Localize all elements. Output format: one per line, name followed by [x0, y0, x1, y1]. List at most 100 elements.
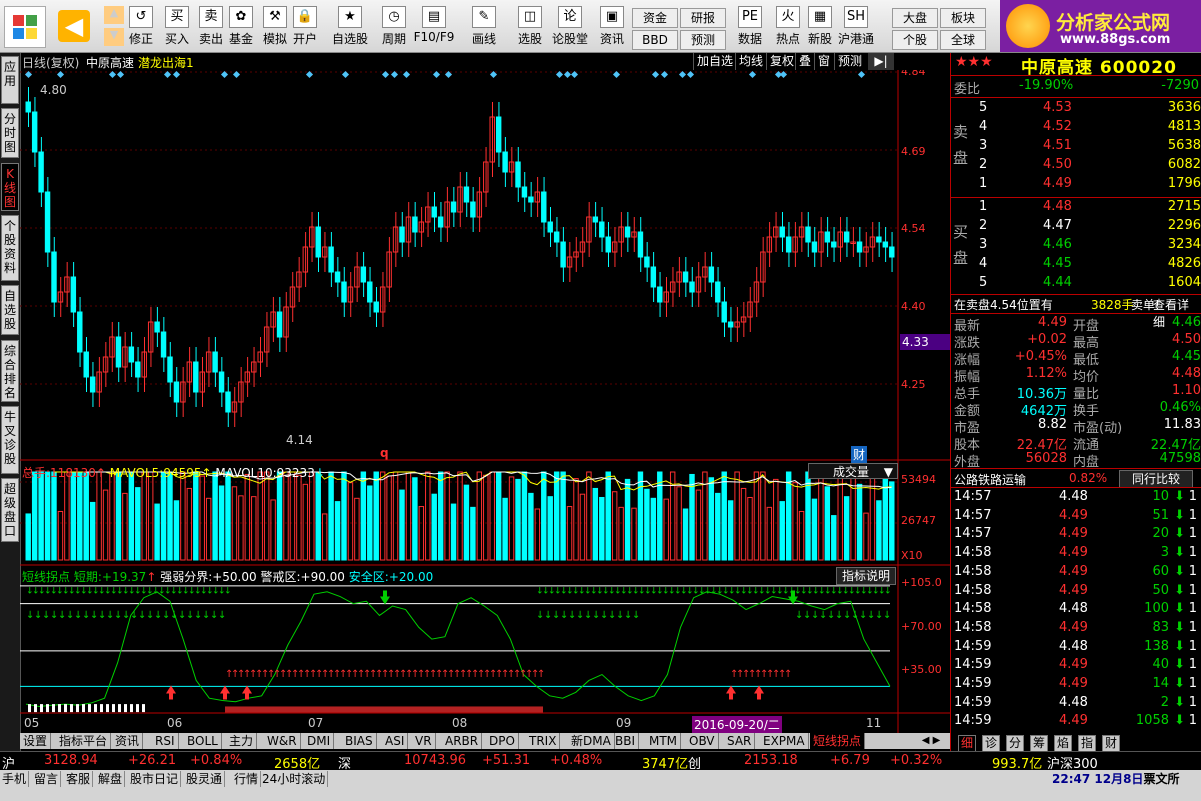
q-marker[interactable]: q	[380, 446, 389, 460]
indicator-tab-6[interactable]: W&R	[264, 733, 301, 749]
indicator-tab-8[interactable]: BIAS	[342, 733, 377, 749]
volume-select[interactable]: 成交量 ▼	[808, 463, 898, 479]
sidebar-tab-0[interactable]: 应 用	[1, 56, 19, 104]
collapse-icon[interactable]: ▶|	[868, 53, 894, 70]
toolbar-button-12[interactable]: ▣ 资讯	[590, 4, 634, 50]
toolbar-button-2[interactable]: 卖卖出	[194, 4, 228, 50]
header-button-2[interactable]: 复权	[766, 53, 797, 70]
indicator-tab-2[interactable]: 资讯	[112, 733, 144, 749]
candle-body	[708, 266, 715, 283]
indicator-tab-12[interactable]: DPO	[486, 733, 519, 749]
toolbar-button-0[interactable]: ↺ 修正	[124, 4, 158, 50]
volume-bar	[25, 513, 31, 561]
status-item-2[interactable]: 客服	[64, 771, 94, 787]
header-button-3[interactable]: 叠	[795, 53, 814, 70]
header-button-0[interactable]: 加自选	[693, 53, 736, 70]
industry-name[interactable]: 公路铁路运输	[954, 471, 1026, 488]
indicator-tab-20[interactable]: 短线拐点	[810, 733, 866, 749]
status-item-7[interactable]: 24小时滚动	[260, 771, 329, 787]
toolbar-small-button-2[interactable]: 研报	[680, 8, 726, 28]
indicator-tab-11[interactable]: ARBR	[442, 733, 483, 749]
toolbar-small-button-1[interactable]: BBD	[632, 30, 678, 50]
indicator-tab-14[interactable]: 新DMA	[568, 733, 615, 749]
status-item-3[interactable]: 解盘	[96, 771, 126, 787]
volume-bar	[882, 471, 889, 561]
toolbar-small-button-3[interactable]: 预测	[680, 30, 726, 50]
toolbar-button-6[interactable]: ★ 自选股	[328, 4, 372, 50]
sidebar-tab-3[interactable]: 个 股 资 料	[1, 215, 19, 281]
status-item-0[interactable]: 手机	[0, 771, 30, 787]
candle-body	[495, 116, 502, 153]
mavol5-label: MAVOL5:	[109, 466, 164, 480]
toolbar-button-10[interactable]: ◫ 选股	[508, 4, 552, 50]
toolbar-button-4[interactable]: ⚒ 模拟	[258, 4, 292, 50]
notice-text: 在卖盘4.54位置有	[954, 298, 1053, 312]
indicator-tab-0[interactable]: 设置	[20, 733, 52, 749]
status-item-6[interactable]: 行情	[232, 771, 262, 787]
right-tab-6[interactable]: 财	[1102, 735, 1121, 752]
right-tab-0[interactable]: 细	[958, 735, 977, 752]
toolbar-button-5[interactable]: 🔒 开户	[288, 4, 322, 50]
sidebar-tab-4[interactable]: 自 选 股	[1, 285, 19, 335]
right-tab-2[interactable]: 分	[1006, 735, 1025, 752]
right-tab-1[interactable]: 诊	[982, 735, 1001, 752]
bottom-signal-bar	[118, 704, 121, 713]
right-tab-5[interactable]: 指	[1078, 735, 1097, 752]
hammer-icon: ⚒	[263, 6, 287, 28]
indicator-tab-3[interactable]: RSI	[152, 733, 179, 749]
industry-compare-button[interactable]: 同行比较	[1119, 470, 1193, 488]
toolbar-button-3[interactable]: ✿ 基金	[224, 4, 258, 50]
sidebar-tab-2[interactable]: K 线 图	[1, 163, 19, 211]
indicator-tab-17[interactable]: OBV	[686, 733, 719, 749]
toolbar-small-button-7[interactable]: 全球	[940, 30, 986, 50]
toolbar-button-9[interactable]: ✎ 画线	[462, 4, 506, 50]
toolbar-button-11[interactable]: 论论股堂	[548, 4, 592, 50]
indicator-tab-13[interactable]: TRIX	[526, 733, 561, 749]
indicator-tab-5[interactable]: 主力	[226, 733, 258, 749]
indicator-tab-15[interactable]: BBI	[612, 733, 640, 749]
grid-icon[interactable]	[4, 6, 46, 48]
status-item-4[interactable]: 股市日记	[128, 771, 182, 787]
chart-indicator-name[interactable]: 潜龙出海1	[138, 54, 194, 71]
sidebar-tab-5[interactable]: 综 合 排 名	[1, 340, 19, 402]
indicator-help-button[interactable]: 指标说明	[836, 567, 896, 585]
sidebar-tab-6[interactable]: 牛 叉 诊 股	[1, 406, 19, 474]
up-arrow-icon[interactable]: ▲	[104, 6, 124, 24]
toolbar-button-7[interactable]: ◷ 周期	[372, 4, 416, 50]
indicator-tab-16[interactable]: MTM	[646, 733, 682, 749]
sell-order-row: 4 4.52 4813	[979, 119, 1201, 134]
status-item-1[interactable]: 留言	[32, 771, 62, 787]
buy-signal-arrow: ↑	[784, 669, 792, 680]
bottom-signal-bar	[58, 704, 61, 713]
status-item-5[interactable]: 股灵通	[184, 771, 226, 787]
down-arrow-icon[interactable]: ▼	[104, 28, 124, 46]
header-button-4[interactable]: 窗	[814, 53, 833, 70]
header-button-5[interactable]: 预测	[834, 53, 865, 70]
finance-marker[interactable]: 财	[851, 446, 868, 463]
volume-bar	[708, 477, 715, 561]
sidebar-tab-1[interactable]: 分 时 图	[1, 108, 19, 158]
toolbar-small-button-0[interactable]: 资金	[632, 8, 678, 28]
tab-scroll-arrows[interactable]: ◀ ▶	[914, 735, 948, 749]
indicator-tab-7[interactable]: DMI	[304, 733, 335, 749]
right-tab-3[interactable]: 筹	[1030, 735, 1049, 752]
indicator-tab-4[interactable]: BOLL	[184, 733, 222, 749]
toolbar-label: 修正	[128, 32, 153, 46]
indicator-tab-9[interactable]: ASI	[382, 733, 409, 749]
indicator-tab-1[interactable]: 指标平台	[56, 733, 112, 749]
volume-bar	[135, 487, 141, 561]
toolbar-small-button-5[interactable]: 个股	[892, 30, 938, 50]
toolbar-button-16[interactable]: SH 沪港通	[834, 4, 878, 50]
indicator-tab-18[interactable]: SAR	[724, 733, 756, 749]
sidebar-tab-7[interactable]: 超 级 盘 口	[1, 478, 19, 542]
toolbar-small-button-6[interactable]: 板块	[940, 8, 986, 28]
back-arrow-icon[interactable]: ◀	[58, 10, 90, 42]
header-button-1[interactable]: 均线	[735, 53, 766, 70]
volume-bar	[296, 474, 302, 561]
toolbar-button-8[interactable]: ▤ F10/F9	[412, 4, 456, 50]
indicator-tab-10[interactable]: VR	[412, 733, 436, 749]
toolbar-button-1[interactable]: 买买入	[160, 4, 194, 50]
toolbar-small-button-4[interactable]: 大盘	[892, 8, 938, 28]
right-tab-4[interactable]: 焰	[1054, 735, 1073, 752]
indicator-tab-19[interactable]: EXPMA	[760, 733, 809, 749]
